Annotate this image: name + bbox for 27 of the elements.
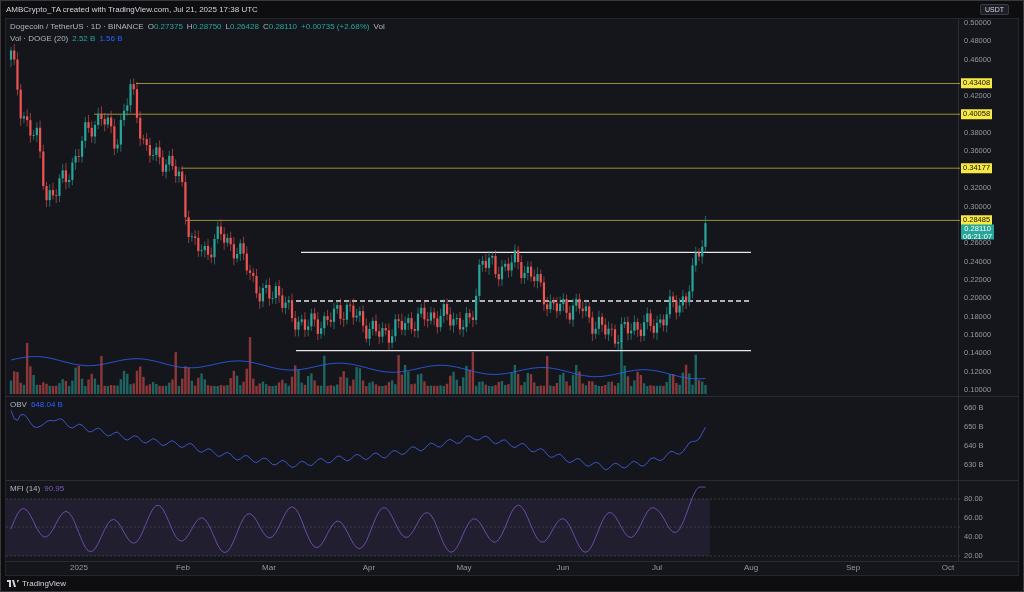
volume-field-label: Vol: [373, 22, 385, 31]
ohlc-value: H0.28750: [186, 22, 222, 31]
ohlc-value: O0.27375: [147, 22, 183, 31]
obv-label: OBV: [10, 400, 27, 409]
time-tick: Feb: [176, 563, 190, 572]
symbol-title: Dogecoin / TetherUS · 1D · BINANCE: [10, 22, 144, 31]
time-tick: May: [456, 563, 472, 572]
mfi-label: MFI (14): [10, 484, 41, 493]
logo-icon: [7, 580, 19, 587]
mfi-value: 90.95: [44, 484, 65, 493]
time-tick: Jul: [651, 563, 663, 572]
time-tick: Sep: [845, 563, 861, 572]
brand-name: TradingView: [22, 579, 67, 588]
price-change: +0.00735 (+2.68%): [301, 22, 370, 31]
time-tick: Jun: [556, 563, 570, 572]
volume-indicator-label: Vol · DOGE (20): [10, 34, 69, 43]
obv-value: 648.04 B: [30, 400, 63, 409]
volume-value: 2.52 B: [72, 34, 96, 43]
time-tick: 2025: [70, 563, 88, 572]
chart-caption: AMBCrypto_TA created with TradingView.com, Jul 21, 2025 17:38 UTC: [6, 5, 258, 14]
time-tick: Mar: [262, 563, 276, 572]
ohlc-value: C0.28110: [262, 22, 298, 31]
volume-value: 1.56 B: [99, 34, 123, 43]
time-tick: Aug: [743, 563, 759, 572]
time-tick: Oct: [941, 563, 955, 572]
time-tick: Apr: [362, 563, 376, 572]
ohlc-value: L0.26428: [225, 22, 259, 31]
